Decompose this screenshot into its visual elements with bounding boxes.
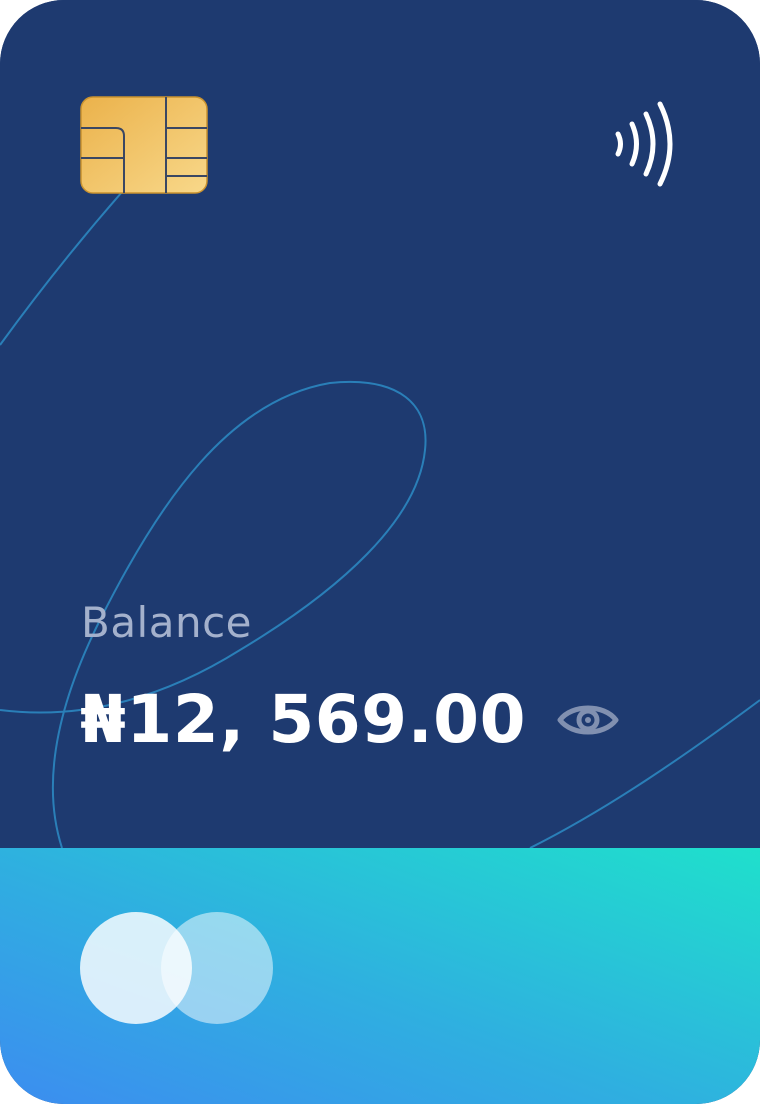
balance-label: Balance: [81, 598, 253, 647]
balance-amount: ₦12, 569.00: [80, 681, 527, 758]
bank-card: Balance ₦12, 569.00: [0, 0, 760, 1104]
eye-icon[interactable]: [556, 696, 620, 744]
card-chip-icon: [80, 96, 208, 194]
card-brand-logo: [80, 912, 273, 1024]
contactless-icon: [615, 101, 673, 187]
